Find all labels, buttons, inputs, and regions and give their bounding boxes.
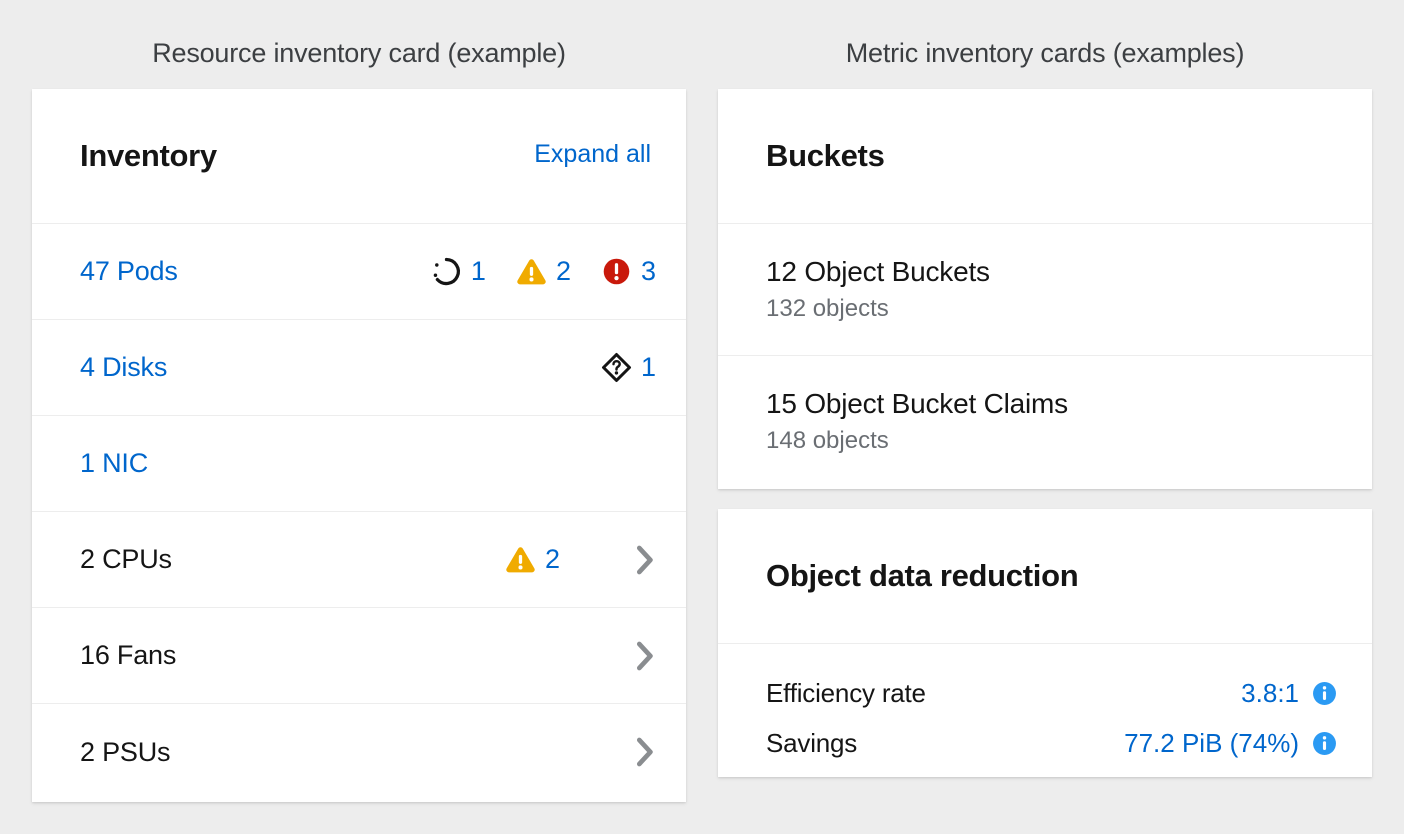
inventory-row-list: 47 Pods 1 2 3 4 Disks 1 1 NIC 2 CPUs 2 16 Fans 2 P… [32,224,686,800]
status-item[interactable]: 3 [601,256,656,287]
inventory-row[interactable]: 1 NIC [32,416,686,512]
bucket-metric-row[interactable]: 12 Object Buckets 132 objects [718,224,1372,356]
status-group: 1 2 3 [431,256,656,287]
buckets-card-title: Buckets [766,138,885,173]
status-count: 1 [640,352,656,382]
status-group: 1 [601,352,656,383]
reduction-label: Efficiency rate [766,677,926,708]
inventory-row[interactable]: 47 Pods 1 2 3 [32,224,686,320]
status-count: 1 [470,256,486,286]
inventory-row-label: 2 PSUs [80,736,171,767]
expand-row-button[interactable] [596,545,656,575]
inventory-row[interactable]: 16 Fans [32,608,686,704]
reduction-value[interactable]: 77.2 PiB (74%) [1124,728,1299,759]
reduction-card-title: Object data reduction [766,558,1079,593]
page-root: Resource inventory card (example) Metric… [0,0,1404,834]
chevron-right-icon [636,737,653,767]
unknown-diamond-icon [601,353,631,382]
bucket-metric-secondary: 148 objects [766,427,889,454]
info-circle-icon[interactable] [1312,681,1337,706]
expand-row-button[interactable] [596,641,656,671]
inventory-row-label: 16 Fans [80,640,177,670]
expand-all-link[interactable]: Expand all [534,140,651,169]
inventory-row[interactable]: 4 Disks 1 [32,320,686,416]
warning-triangle-icon [506,547,535,573]
status-item[interactable]: 2 [505,544,560,575]
inventory-row-label: 2 CPUs [80,544,172,574]
buckets-row-list: 12 Object Buckets 132 objects 15 Object Bu… [718,224,1372,488]
status-item[interactable]: 1 [431,256,486,287]
bucket-metric-primary: 12 Object Buckets [766,256,990,287]
status-count: 3 [640,256,656,286]
right-column-caption: Metric inventory cards (examples) [845,38,1245,68]
reduction-row-list: Efficiency rate 3.8:1 Savings 77.2 PiB (74%… [718,644,1372,792]
object-data-reduction-card: Object data reduction Efficiency rate 3.8… [718,509,1372,777]
status-count: 2 [544,544,560,574]
chevron-right-icon [636,545,653,574]
info-circle-icon[interactable] [1312,731,1337,756]
bucket-metric-row[interactable]: 15 Object Bucket Claims 148 objects [718,356,1372,488]
expand-row-button[interactable] [596,737,656,767]
inventory-row-label[interactable]: 4 Disks [80,352,167,383]
status-item[interactable]: 2 [516,256,571,287]
buckets-card-header: Buckets [718,89,1372,224]
inventory-row-label[interactable]: 47 Pods [80,256,178,287]
inventory-card-header: Inventory Expand all [32,89,686,224]
status-count: 2 [555,256,571,286]
reduction-card-header: Object data reduction [718,509,1372,644]
reduction-row: Savings 77.2 PiB (74%) [766,718,1337,768]
reduction-label: Savings [766,727,858,758]
buckets-card: Buckets 12 Object Buckets 132 objects 15 O… [718,89,1372,489]
inventory-row[interactable]: 2 PSUs [32,704,686,800]
reduction-value[interactable]: 3.8:1 [1241,678,1299,709]
inventory-row[interactable]: 2 CPUs 2 [32,512,686,608]
in-progress-icon [433,257,460,286]
chevron-right-icon [636,641,653,670]
status-group: 2 [505,544,560,575]
inventory-row-label[interactable]: 1 NIC [80,448,148,479]
left-column-caption: Resource inventory card (example) [152,38,566,68]
danger-exclamation-icon [603,258,630,285]
resource-inventory-card: Inventory Expand all 47 Pods 1 2 3 4 Disks 1 1… [32,89,686,802]
reduction-row: Efficiency rate 3.8:1 [766,668,1337,718]
warning-triangle-icon [517,259,546,285]
bucket-metric-secondary: 132 objects [766,295,889,322]
status-item[interactable]: 1 [601,352,656,383]
bucket-metric-primary: 15 Object Bucket Claims [766,388,1068,419]
inventory-card-title: Inventory [80,138,217,173]
